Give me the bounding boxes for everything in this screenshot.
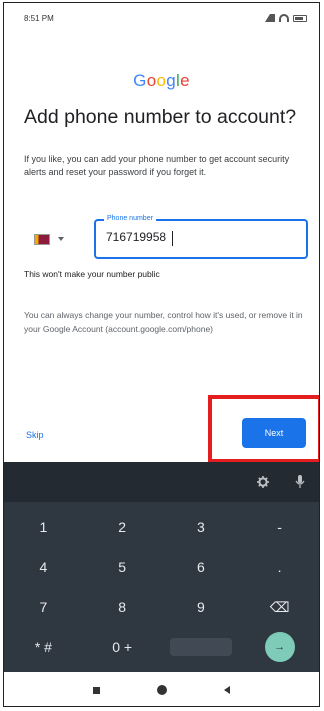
numeric-keyboard: 1 2 3 - 4 5 6 . 7 8 9 ⌫ * # 0 + → (4, 462, 319, 672)
key-period[interactable]: . (240, 547, 319, 587)
page-title: Add phone number to account? (24, 106, 297, 128)
keyboard-row: 4 5 6 . (4, 547, 319, 587)
next-button[interactable]: Next (242, 418, 306, 448)
enter-key: → (264, 632, 295, 662)
key-6[interactable]: 6 (162, 547, 241, 587)
phone-number-field[interactable]: Phone number (94, 215, 308, 259)
battery-icon (293, 14, 307, 22)
text-cursor (172, 231, 173, 246)
key-minus[interactable]: - (240, 507, 319, 547)
space-bar (169, 638, 232, 656)
phone-number-label: Phone number (104, 215, 156, 222)
flag-icon (34, 233, 50, 245)
keyboard-row: 7 8 9 ⌫ (4, 587, 319, 627)
back-icon[interactable] (224, 686, 231, 694)
keyboard-row: * # 0 + → (4, 627, 319, 667)
home-icon[interactable] (156, 685, 167, 695)
key-7[interactable]: 7 (4, 587, 83, 627)
status-left: 8:51 PM (24, 14, 54, 23)
key-0-plus[interactable]: 0 + (83, 627, 162, 667)
key-space[interactable] (162, 627, 241, 667)
public-note: This won't make your number public (24, 269, 160, 279)
key-backspace[interactable]: ⌫ (240, 587, 319, 627)
status-right (265, 14, 307, 22)
keyboard-keys: 1 2 3 - 4 5 6 . 7 8 9 ⌫ * # 0 + → (4, 507, 319, 667)
phone-screen: 8:51 PM Google Add phone number to accou… (3, 2, 320, 707)
key-4[interactable]: 4 (4, 547, 83, 587)
phone-number-input[interactable] (106, 230, 286, 244)
info-text: You can always change your number, contr… (24, 310, 303, 334)
mic-icon[interactable] (295, 475, 305, 489)
chevron-down-icon (58, 237, 64, 241)
key-enter[interactable]: → (240, 627, 319, 667)
key-3[interactable]: 3 (162, 507, 241, 547)
gear-icon[interactable] (257, 476, 269, 488)
key-8[interactable]: 8 (83, 587, 162, 627)
status-time: 8:51 PM (24, 13, 54, 23)
navigation-bar (4, 672, 319, 706)
signal-icon (265, 14, 275, 22)
phone-number-row: Phone number (24, 215, 309, 259)
key-1[interactable]: 1 (4, 507, 83, 547)
key-5[interactable]: 5 (83, 547, 162, 587)
status-bar: 8:51 PM (4, 3, 319, 33)
recents-icon[interactable] (92, 686, 100, 694)
wifi-icon (279, 14, 289, 22)
keyboard-row: 1 2 3 - (4, 507, 319, 547)
keyboard-toolbar (4, 462, 319, 502)
description-text: If you like, you can add your phone numb… (24, 154, 290, 177)
country-code-picker[interactable] (24, 219, 86, 259)
key-2[interactable]: 2 (83, 507, 162, 547)
skip-button[interactable]: Skip (26, 430, 44, 440)
key-9[interactable]: 9 (162, 587, 241, 627)
google-logo: Google (133, 71, 190, 90)
key-star-hash[interactable]: * # (4, 627, 83, 667)
arrow-right-icon: → (274, 641, 286, 653)
